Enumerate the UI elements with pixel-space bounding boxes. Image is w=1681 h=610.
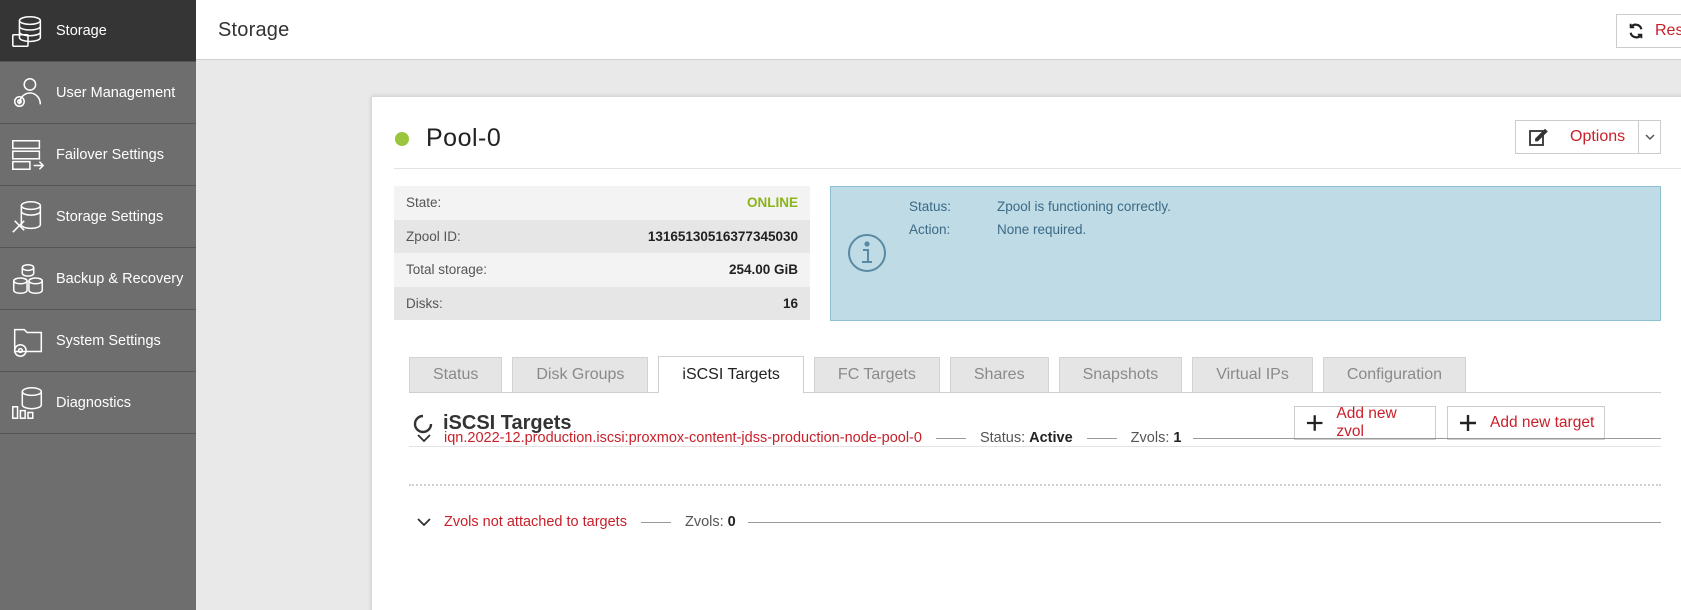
info-label: State: (406, 195, 442, 211)
unattached-zvols-row: Zvols not attached to targets Zvols: 0 (409, 507, 1661, 537)
info-value: 254.00 GiB (728, 262, 798, 278)
sidebar-item-backup-recovery[interactable]: Backup & Recovery (0, 248, 196, 310)
diagnostics-icon (0, 384, 56, 422)
info-value: ONLINE (746, 195, 798, 211)
pool-status-indicator (395, 132, 409, 146)
unattached-zvols-count: Zvols: 0 (685, 514, 736, 530)
info-value: 13165130516377345030 (647, 228, 798, 244)
tab-iscsi-targets[interactable]: iSCSI Targets (658, 356, 804, 393)
options-label: Options (1570, 128, 1626, 145)
tab-status[interactable]: Status (409, 357, 503, 392)
storage-icon (0, 12, 56, 50)
options-button-group: Options (1515, 120, 1661, 154)
chevron-down-icon (417, 518, 431, 527)
chevron-down-icon (1644, 134, 1655, 141)
separator-line (1193, 437, 1661, 439)
tab-snapshots[interactable]: Snapshots (1058, 357, 1183, 392)
tab-disk-groups[interactable]: Disk Groups (512, 357, 649, 392)
system-settings-icon (0, 322, 56, 360)
sidebar-item-storage[interactable]: Storage (0, 0, 196, 62)
action-line: Action: None required. (909, 222, 1086, 237)
unattached-zvols-link[interactable]: Zvols not attached to targets (444, 514, 627, 530)
rescan-button[interactable]: Res (1616, 14, 1681, 48)
status-line: Status: Zpool is functioning correctly. (909, 199, 1171, 214)
info-value: 16 (782, 295, 798, 311)
refresh-icon (1629, 23, 1643, 39)
info-row-state: State: ONLINE (394, 186, 810, 220)
action-value: None required. (997, 222, 1087, 237)
expand-toggle[interactable] (409, 514, 439, 530)
target-name-link[interactable]: iqn.2022-12.production.iscsi:proxmox-con… (444, 430, 922, 446)
separator-line (1086, 437, 1117, 439)
tab-fc-targets[interactable]: FC Targets (813, 357, 940, 392)
tab-configuration[interactable]: Configuration (1322, 357, 1466, 392)
info-row-disks: Disks: 16 (394, 286, 810, 320)
pool-name: Pool-0 (426, 124, 502, 152)
info-label: Zpool ID: (406, 228, 461, 244)
sidebar-item-storage-settings[interactable]: Storage Settings (0, 186, 196, 248)
pool-info-table: State: ONLINE Zpool ID: 1316513051637734… (394, 186, 810, 320)
chevron-down-icon (417, 434, 431, 443)
sidebar-item-label: Storage (56, 22, 107, 39)
storage-settings-icon (0, 198, 56, 236)
zvols-value: 1 (1173, 430, 1182, 446)
separator-line (747, 521, 1661, 523)
top-header: Storage Res (196, 0, 1681, 60)
sidebar-item-user-management[interactable]: User Management (0, 62, 196, 124)
options-dropdown-toggle[interactable] (1638, 121, 1660, 153)
status-value: Active (1029, 430, 1073, 446)
divider (394, 168, 1681, 169)
tab-virtual-ips[interactable]: Virtual IPs (1192, 357, 1313, 392)
info-label: Disks: (406, 295, 443, 311)
user-management-icon (0, 74, 56, 112)
status-label: Status: (909, 199, 952, 214)
sidebar-item-failover-settings[interactable]: Failover Settings (0, 124, 196, 186)
target-row: iqn.2022-12.production.iscsi:proxmox-con… (409, 423, 1661, 453)
page-title: Storage (218, 19, 290, 41)
failover-icon (0, 136, 56, 174)
separator-line (935, 437, 966, 439)
status-label: Status: (979, 430, 1026, 446)
pool-tabs: Status Disk Groups iSCSI Targets FC Targ… (409, 353, 1661, 393)
target-status: Status: Active (980, 430, 1073, 446)
sidebar-item-label: Storage Settings (56, 208, 164, 225)
status-value: Zpool is functioning correctly. (997, 199, 1171, 214)
info-icon (848, 234, 886, 272)
sidebar-item-label: Backup & Recovery (56, 270, 184, 287)
info-label: Total storage: (406, 262, 488, 278)
sidebar-item-label: User Management (56, 84, 176, 101)
separator-line (640, 521, 671, 523)
info-row-zpool-id: Zpool ID: 13165130516377345030 (394, 219, 810, 253)
zvols-value: 0 (727, 514, 736, 530)
sidebar-item-label: Diagnostics (56, 394, 131, 411)
action-label: Action: (909, 222, 951, 237)
target-zvols: Zvols: 1 (1131, 430, 1182, 446)
sidebar-item-label: Failover Settings (56, 146, 164, 163)
info-row-total-storage: Total storage: 254.00 GiB (394, 253, 810, 287)
zvols-label: Zvols: (684, 514, 724, 530)
tab-shares[interactable]: Shares (949, 357, 1049, 392)
sidebar: Storage User Management Failover Setting… (0, 0, 196, 610)
expand-toggle[interactable] (409, 430, 439, 446)
status-message-box: Status: Zpool is functioning correctly. … (830, 186, 1661, 321)
pool-panel: Pool-0 Options State: ONLINE Zpool ID: 1… (371, 96, 1681, 610)
sidebar-item-label: System Settings (56, 332, 161, 349)
backup-icon (0, 260, 56, 298)
rescan-label: Res (1655, 22, 1681, 39)
zvols-label: Zvols: (1130, 430, 1170, 446)
sidebar-item-diagnostics[interactable]: Diagnostics (0, 372, 196, 434)
dotted-divider (409, 484, 1661, 486)
options-button[interactable]: Options (1516, 121, 1638, 153)
edit-icon (1529, 128, 1548, 146)
sidebar-item-system-settings[interactable]: System Settings (0, 310, 196, 372)
